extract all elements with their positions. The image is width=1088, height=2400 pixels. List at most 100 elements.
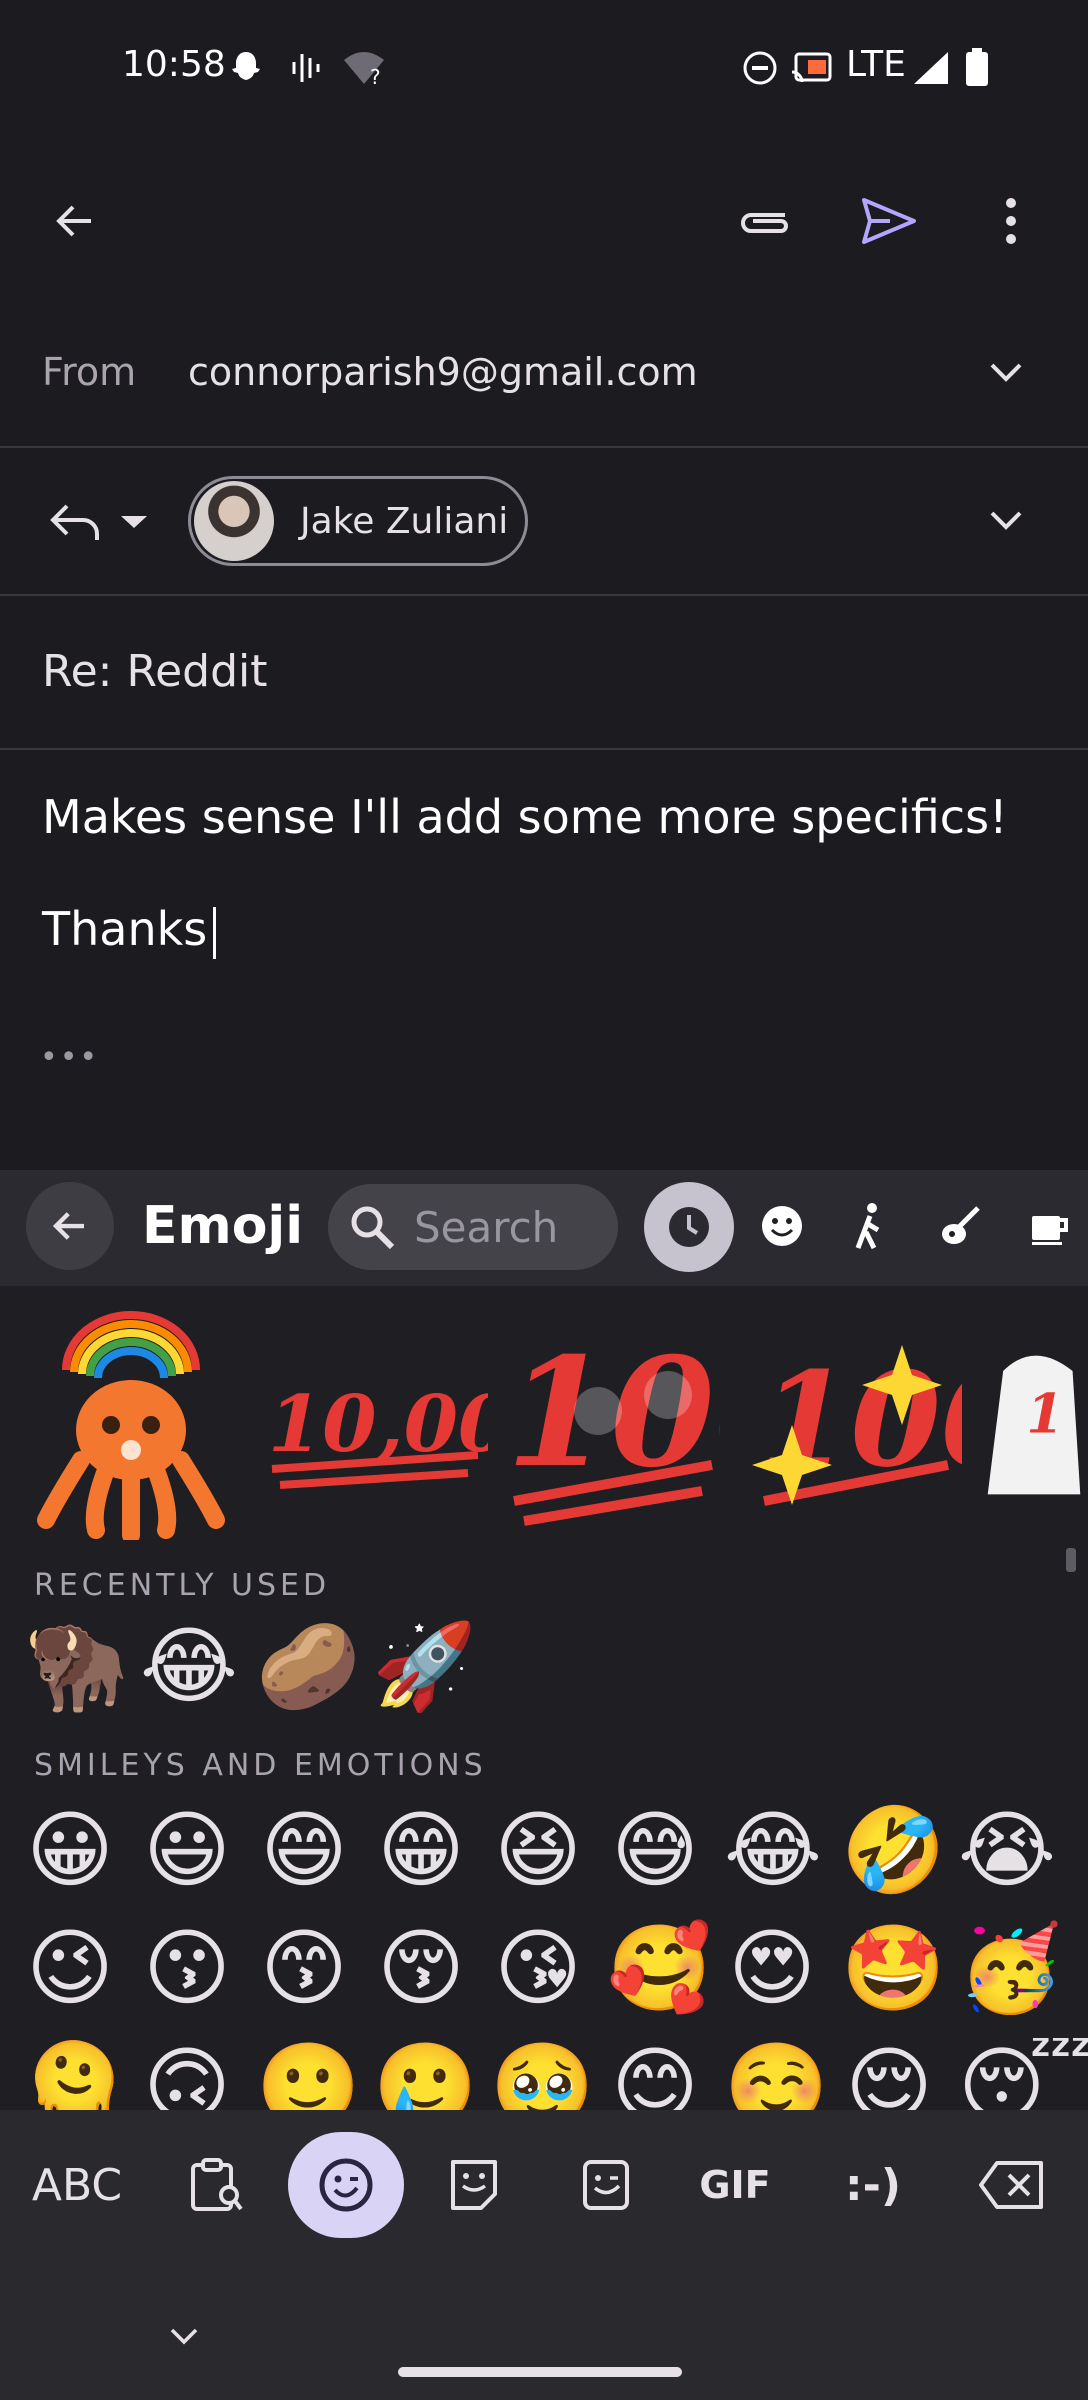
sticker-100-sparkles[interactable]: 100 (752, 1310, 962, 1540)
recent-section-title: RECENTLY USED (34, 1568, 331, 1603)
emoji-key[interactable]: 🦬 (24, 1624, 129, 1708)
status-bar: 10:58 ? LTE (0, 0, 1088, 136)
arrow-back-icon (56, 205, 91, 237)
from-email[interactable]: connorparish9@gmail.com (188, 350, 698, 394)
emoji-key[interactable]: 😆 (490, 1808, 586, 1892)
keyboard-back-button[interactable] (26, 1182, 114, 1270)
sticker-octopus[interactable] (36, 1310, 226, 1540)
back-button[interactable] (30, 176, 120, 266)
emoji-key[interactable]: 😴 (958, 2044, 1088, 2110)
chevron-down-icon (990, 363, 1022, 382)
emoji-key[interactable]: 😙 (256, 1926, 352, 2010)
more-options-button[interactable] (966, 176, 1056, 266)
emoji-key[interactable]: 😅 (607, 1808, 703, 1892)
clipboard-icon (191, 2158, 243, 2211)
clock-icon (669, 1207, 709, 1247)
gif-tab-key[interactable]: GIF (690, 2132, 780, 2238)
attach-button[interactable] (720, 176, 810, 266)
emoji-key[interactable]: 😀 (22, 1808, 118, 1892)
snapchat-icon (226, 48, 266, 88)
emoji-key[interactable]: 😊 (607, 2044, 703, 2110)
hide-keyboard-button[interactable] (154, 2316, 214, 2356)
emoji-key[interactable]: 😗 (139, 1926, 235, 2010)
emoji-key[interactable]: 😂 (140, 1624, 238, 1708)
emoji-key[interactable]: 🥰 (607, 1926, 712, 2010)
emoji-key[interactable]: 😍 (724, 1926, 820, 2010)
body-text-line[interactable]: Thanks (42, 902, 217, 959)
emoji-key[interactable]: 🤩 (841, 1926, 946, 2010)
avatar (194, 481, 274, 561)
keyboard-bottom-row (0, 2110, 1088, 2260)
emoji-panel-title: Emoji (142, 1196, 304, 1256)
sticker-face-icon (451, 2160, 497, 2210)
emoji-tab-key[interactable] (288, 2132, 404, 2238)
divider (0, 594, 1088, 596)
emoji-key[interactable]: 😌 (841, 2044, 937, 2110)
bitmoji-tab-key[interactable] (566, 2132, 646, 2238)
emoji-key[interactable]: 🤣 (841, 1808, 946, 1892)
emoji-key[interactable]: 😚 (373, 1926, 469, 2010)
sticker-tab-key[interactable] (434, 2132, 514, 2238)
recipients-expand-button[interactable] (974, 488, 1038, 552)
text-cursor (213, 906, 217, 959)
category-people-button[interactable] (840, 1196, 900, 1256)
emoji-wink-icon (319, 2158, 373, 2212)
voice-wave-icon (290, 48, 322, 88)
emoji-key[interactable]: ☺️ (724, 2044, 829, 2110)
subject-field[interactable]: Re: Reddit (42, 646, 267, 697)
emoji-key[interactable]: 😘 (490, 1926, 586, 2010)
sticker-graphic: 100 (752, 1343, 962, 1506)
emoji-key[interactable]: 😃 (139, 1808, 235, 1892)
network-type: LTE (846, 44, 906, 85)
send-icon (862, 198, 916, 244)
sticker-10000[interactable]: 10,000 (262, 1310, 488, 1540)
emoji-key[interactable]: 😂 (724, 1808, 822, 1892)
emoji-key[interactable]: 🥹 (490, 2044, 595, 2110)
cast-icon (790, 48, 834, 88)
abc-key[interactable]: ABC (22, 2132, 132, 2238)
emoji-key[interactable]: 😄 (256, 1808, 352, 1892)
backspace-icon (979, 2161, 1043, 2209)
chevron-down-icon (990, 511, 1022, 530)
emoji-key[interactable]: 😁 (373, 1808, 469, 1892)
emoji-search-input[interactable]: Search (328, 1184, 618, 1270)
sticker-graphic: 10,000 (268, 1379, 488, 1489)
from-expand-button[interactable] (974, 340, 1038, 404)
navigation-handle[interactable] (398, 2367, 682, 2377)
category-recent-button[interactable] (644, 1182, 734, 1272)
emoticon-tab-key[interactable]: :-) (830, 2132, 916, 2238)
paperclip-icon (741, 213, 788, 233)
emoji-key[interactable]: 🥳 (958, 1926, 1063, 2010)
from-label: From (42, 350, 137, 394)
person-walking-icon (855, 1203, 880, 1250)
sticker-graphic: 100 (506, 1325, 720, 1526)
search-icon (351, 1206, 395, 1250)
emoji-key[interactable]: 🫠 (22, 2044, 127, 2110)
reply-type-button[interactable] (34, 490, 164, 554)
recipient-chip[interactable]: Jake Zuliani (188, 476, 528, 566)
compose-app-bar (0, 136, 1088, 296)
sticker-scrollbar[interactable] (1066, 1548, 1076, 1572)
emoji-key[interactable]: 😭 (958, 1808, 1056, 1892)
emoji-key[interactable]: 🥔 (256, 1624, 361, 1708)
body-text-line[interactable]: Makes sense I'll add some more specifics… (42, 790, 1008, 844)
emoji-key[interactable]: 🙂 (256, 2044, 361, 2110)
category-food-button[interactable] (1020, 1196, 1080, 1256)
coffee-cup-icon (1032, 1216, 1068, 1245)
show-quoted-text-button[interactable]: ••• (40, 1040, 99, 1075)
do-not-disturb-icon (742, 48, 778, 88)
battery-icon (964, 48, 990, 88)
emoji-key[interactable]: 🚀 (372, 1624, 477, 1708)
category-smileys-button[interactable] (752, 1196, 812, 1256)
smileys-section-title: SMILEYS AND EMOTIONS (34, 1748, 487, 1783)
emoji-key[interactable]: 🙃 (139, 2044, 235, 2110)
sticker-100-laughing[interactable]: 100 (506, 1310, 720, 1540)
sticker-graphic: 1 (987, 1355, 1081, 1495)
clipboard-key[interactable] (176, 2132, 256, 2238)
sticker-ghost-100[interactable]: 1 (980, 1310, 1088, 1540)
backspace-key[interactable] (962, 2132, 1062, 2238)
emoji-key[interactable]: 🥲 (373, 2044, 478, 2110)
emoji-key[interactable]: 😉 (22, 1926, 118, 2010)
category-activities-button[interactable] (930, 1196, 990, 1256)
send-button[interactable] (844, 176, 934, 266)
